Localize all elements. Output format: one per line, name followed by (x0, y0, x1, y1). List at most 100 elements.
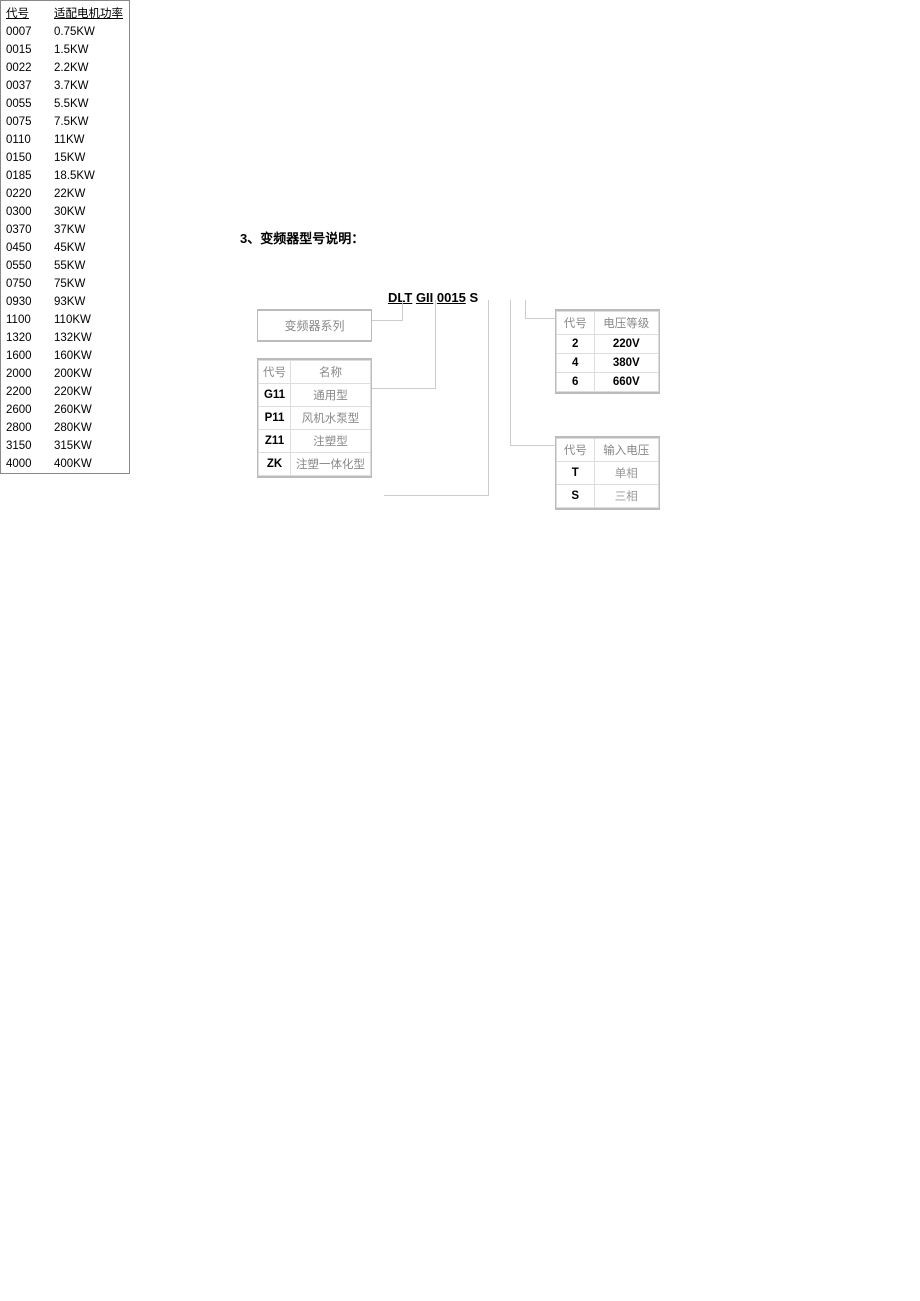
table-row: S三相 (557, 485, 659, 508)
connector-line (488, 300, 489, 496)
table-row: 011011KW (1, 131, 129, 149)
table-cell: 6 (557, 373, 595, 392)
table-cell: 风机水泵型 (291, 407, 371, 430)
table-cell: 0110 (1, 131, 46, 149)
table-cell: 0007 (1, 23, 46, 41)
table-row: 3150315KW (1, 437, 129, 455)
table-cell: 15KW (46, 149, 129, 167)
table-cell: 132KW (46, 329, 129, 347)
table-row: 045045KW (1, 239, 129, 257)
table-cell: 660V (594, 373, 658, 392)
table-cell: 260KW (46, 401, 129, 419)
table-row: 00373.7KW (1, 77, 129, 95)
type-table: 代号 名称 G11通用型P11风机水泵型Z11注塑型ZK注塑一体化型 (257, 358, 372, 478)
table-cell: 220KW (46, 383, 129, 401)
table-cell: 0300 (1, 203, 46, 221)
table-row: 2800280KW (1, 419, 129, 437)
table-cell: 2000 (1, 365, 46, 383)
table-cell: 7.5KW (46, 113, 129, 131)
table-cell: 0185 (1, 167, 46, 185)
table-cell: 注塑型 (291, 430, 371, 453)
power-header-code: 代号 (1, 1, 46, 23)
table-row: 030030KW (1, 203, 129, 221)
input-voltage-table: 代号 输入电压 T单相S三相 (555, 436, 660, 510)
table-cell: 注塑一体化型 (291, 453, 371, 476)
type-header-code: 代号 (259, 361, 291, 384)
table-cell: 30KW (46, 203, 129, 221)
table-cell: 通用型 (291, 384, 371, 407)
table-cell: 1600 (1, 347, 46, 365)
table-cell: 0055 (1, 95, 46, 113)
table-cell: 0037 (1, 77, 46, 95)
table-row: 6660V (557, 373, 659, 392)
series-label: 变频器系列 (258, 311, 371, 340)
table-cell: S (557, 485, 595, 508)
table-cell: 200KW (46, 365, 129, 383)
table-row: 1600160KW (1, 347, 129, 365)
connector-line (510, 300, 511, 446)
table-cell: 220V (594, 335, 658, 354)
table-cell: 280KW (46, 419, 129, 437)
table-row: ZK注塑一体化型 (259, 453, 371, 476)
table-cell: 3.7KW (46, 77, 129, 95)
table-cell: 2200 (1, 383, 46, 401)
series-box: 变频器系列 (257, 309, 372, 342)
table-cell: 380V (594, 354, 658, 373)
table-cell: 0550 (1, 257, 46, 275)
table-cell: 110KW (46, 311, 129, 329)
table-cell: 18.5KW (46, 167, 129, 185)
table-row: 1320132KW (1, 329, 129, 347)
table-cell: 0450 (1, 239, 46, 257)
table-row: Z11注塑型 (259, 430, 371, 453)
table-row: 00070.75KW (1, 23, 129, 41)
table-row: 2600260KW (1, 401, 129, 419)
table-row: 055055KW (1, 257, 129, 275)
connector-line (510, 445, 555, 446)
model-part-input: S (469, 290, 478, 305)
table-cell: 160KW (46, 347, 129, 365)
table-cell: 单相 (594, 462, 658, 485)
table-cell: 三相 (594, 485, 658, 508)
connector-line (435, 300, 436, 389)
table-cell: G11 (259, 384, 291, 407)
table-cell: 0370 (1, 221, 46, 239)
table-cell: 4 (557, 354, 595, 373)
table-cell: 315KW (46, 437, 129, 455)
table-cell: 4000 (1, 455, 46, 473)
table-cell: T (557, 462, 595, 485)
table-row: 2220V (557, 335, 659, 354)
voltage-header-level: 电压等级 (594, 312, 658, 335)
table-cell: 5.5KW (46, 95, 129, 113)
connector-line (525, 300, 526, 319)
type-header-name: 名称 (291, 361, 371, 384)
table-row: 093093KW (1, 293, 129, 311)
table-cell: 0220 (1, 185, 46, 203)
table-row: 022022KW (1, 185, 129, 203)
table-cell: 0750 (1, 275, 46, 293)
table-cell: 1320 (1, 329, 46, 347)
table-cell: 0.75KW (46, 23, 129, 41)
table-cell: 75KW (46, 275, 129, 293)
table-cell: P11 (259, 407, 291, 430)
model-part-type: GII (416, 290, 433, 305)
table-cell: 0075 (1, 113, 46, 131)
model-part-series: DLT (388, 290, 412, 305)
connector-line (384, 495, 489, 496)
table-row: 015015KW (1, 149, 129, 167)
input-header-value: 输入电压 (594, 439, 658, 462)
table-row: P11风机水泵型 (259, 407, 371, 430)
table-cell: 2600 (1, 401, 46, 419)
table-row: 2000200KW (1, 365, 129, 383)
table-row: 00151.5KW (1, 41, 129, 59)
connector-line (372, 388, 436, 389)
connector-line (402, 300, 403, 321)
connector-line (372, 320, 402, 321)
table-row: 018518.5KW (1, 167, 129, 185)
voltage-table: 代号 电压等级 2220V4380V6660V (555, 309, 660, 394)
power-header-value: 适配电机功率 (46, 1, 129, 23)
table-cell: 45KW (46, 239, 129, 257)
connector-line (525, 318, 555, 319)
table-cell: 0015 (1, 41, 46, 59)
table-row: 4380V (557, 354, 659, 373)
model-part-power: 0015 (437, 290, 466, 305)
